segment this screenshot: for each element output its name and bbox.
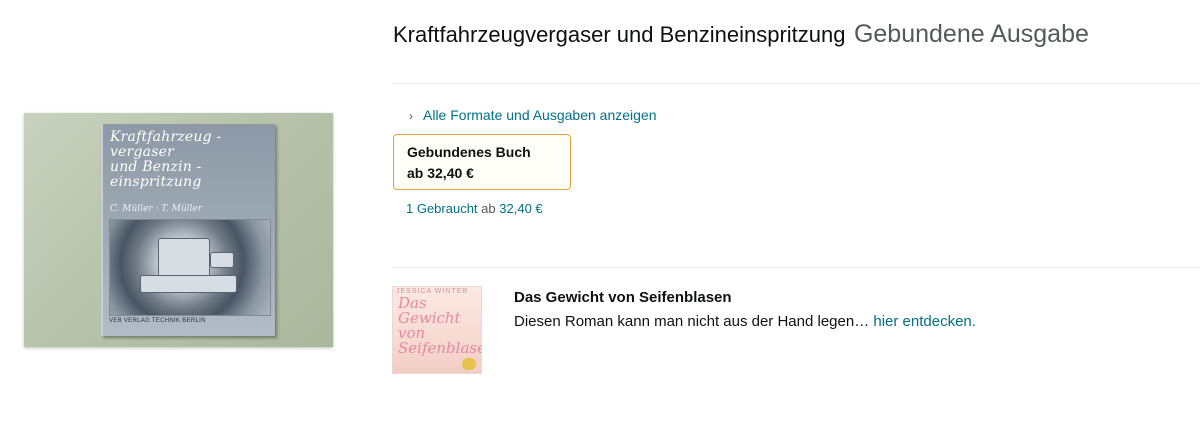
promo-book-cover[interactable]: JESSICA WINTER Das Gewicht von Seifenbla… — [392, 286, 482, 374]
promo-badge — [462, 358, 476, 370]
used-offers: 1 Gebraucht ab 32,40 € — [406, 201, 543, 216]
carburetor-body — [158, 238, 210, 280]
format-price: ab 32,40 € — [407, 165, 474, 181]
page-title: Kraftfahrzeugvergaser und Benzineinsprit… — [393, 20, 1089, 49]
carburetor-lever — [210, 252, 234, 268]
book-cover: Kraftfahrzeug - vergaser und Benzin - ei… — [101, 124, 275, 336]
used-count-link[interactable]: 1 Gebraucht — [406, 201, 478, 216]
promo-link[interactable]: hier entdecken. — [873, 313, 976, 330]
divider — [393, 267, 1200, 268]
promo-description: Diesen Roman kann man nicht aus der Hand… — [514, 313, 870, 330]
cover-authors: C. Müller · T. Müller — [110, 204, 203, 214]
product-format: Gebundene Ausgabe — [853, 20, 1089, 48]
format-name: Gebundenes Buch — [407, 144, 531, 160]
product-title: Kraftfahrzeugvergaser und Benzineinsprit… — [393, 22, 846, 47]
chevron-right-icon: › — [409, 109, 413, 123]
all-formats-link[interactable]: Alle Formate und Ausgaben anzeigen — [423, 107, 657, 123]
product-image[interactable]: Kraftfahrzeug - vergaser und Benzin - ei… — [24, 113, 333, 347]
cover-title: Kraftfahrzeug - vergaser und Benzin - ei… — [110, 129, 222, 190]
promo-title: Das Gewicht von Seifenblasen — [514, 289, 732, 306]
used-price-link[interactable]: 32,40 € — [499, 201, 542, 216]
used-from-label: ab — [481, 201, 496, 216]
cover-publisher: VEB VERLAG TECHNIK BERLIN — [109, 318, 206, 324]
promo-cover-title: Das Gewicht von Seifenblasen — [398, 294, 482, 357]
carburetor-photo — [109, 219, 271, 316]
promo-text: Diesen Roman kann man nicht aus der Hand… — [514, 313, 976, 330]
divider — [393, 83, 1200, 84]
carburetor-base — [140, 275, 237, 293]
format-option-hardcover[interactable]: Gebundenes Buch ab 32,40 € — [393, 134, 571, 190]
